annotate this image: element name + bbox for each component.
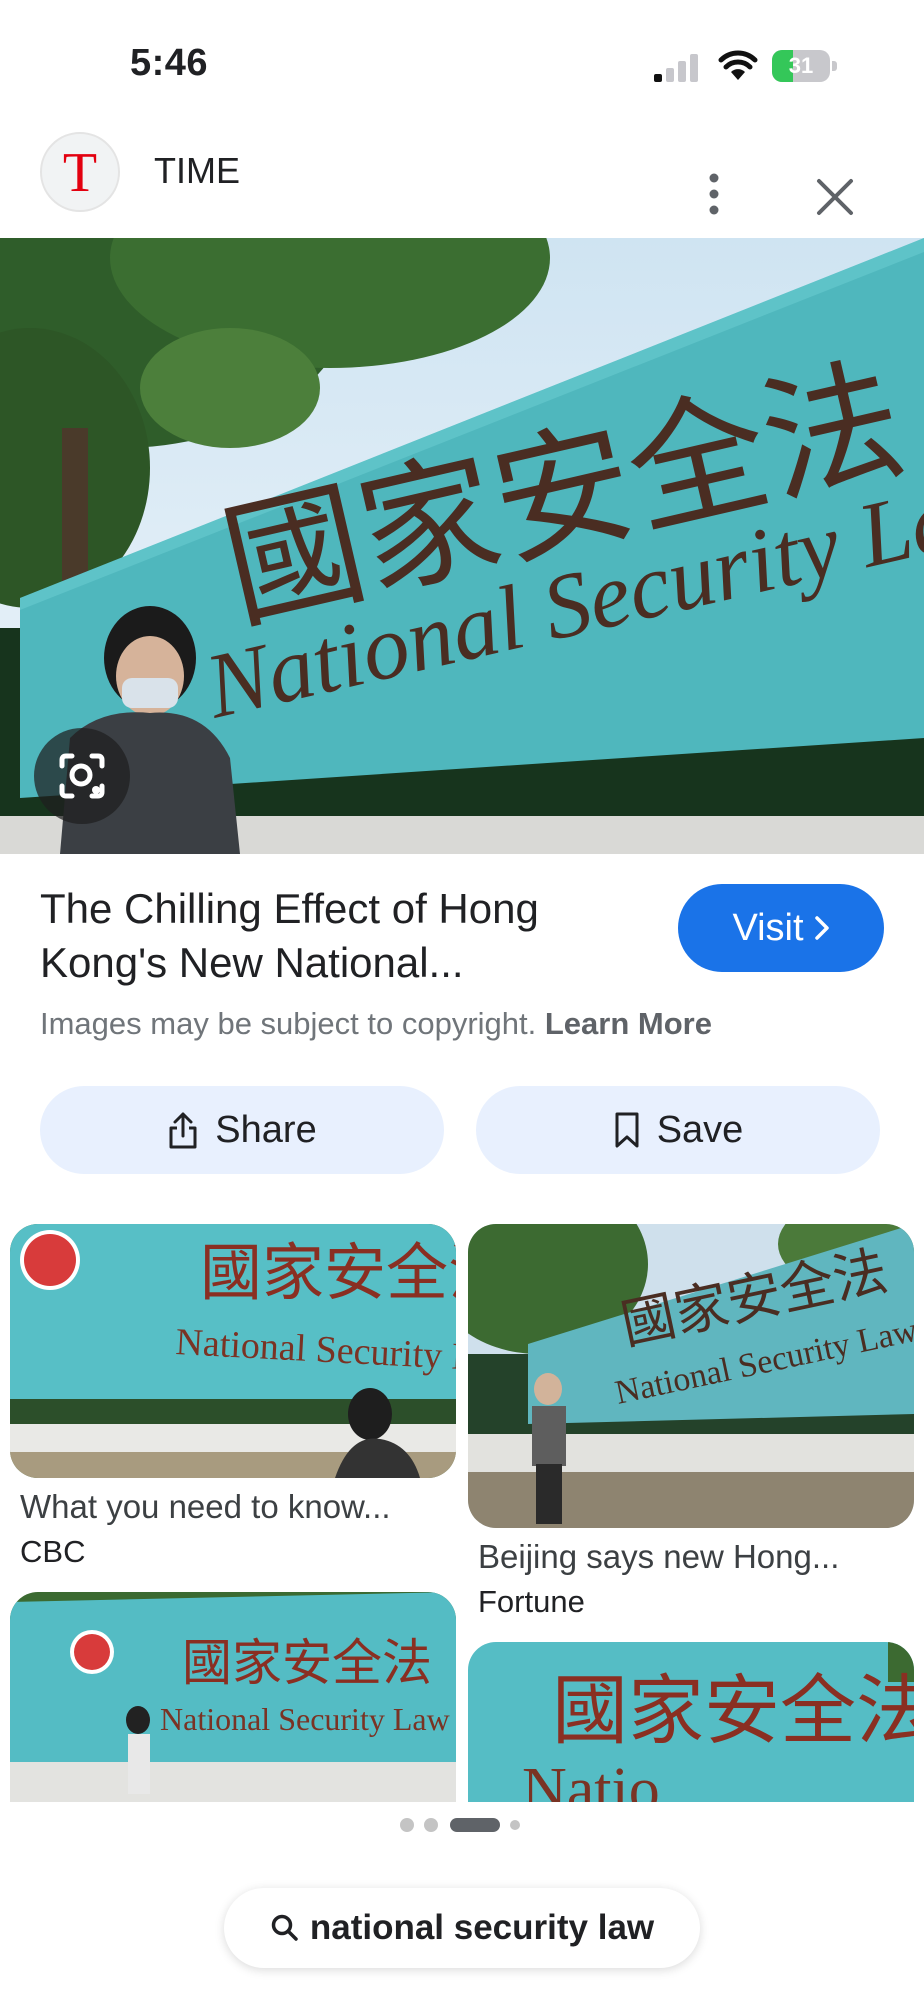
card-4-sign-english: Natio [522, 1756, 660, 1802]
card-1-sign-chinese: 國家安全法 [200, 1236, 456, 1309]
share-button[interactable]: Share [40, 1086, 444, 1174]
card-2-source: Fortune [478, 1584, 585, 1619]
pager-dot-2[interactable] [424, 1818, 438, 1832]
learn-more-link[interactable]: Learn More [545, 1006, 712, 1041]
bookmark-icon [615, 1112, 639, 1148]
battery-icon: 31 [772, 50, 838, 82]
result-title-line-2: Kong's New National... [40, 939, 464, 986]
lens-search-button[interactable] [34, 728, 130, 824]
copyright-notice: Images may be subject to copyright. Lear… [40, 1006, 712, 1042]
search-query-text: national security law [309, 1908, 655, 1947]
battery-level: 31 [788, 53, 814, 78]
visit-label: Visit [732, 906, 804, 949]
pager-dot-1[interactable] [400, 1818, 414, 1832]
related-image-1[interactable]: 國家安全法 National Security Law [10, 1224, 456, 1478]
pager-dot-4[interactable] [510, 1820, 520, 1830]
source-name[interactable]: TIME [154, 150, 240, 192]
chevron-right-icon [814, 916, 829, 940]
result-title-line-1: The Chilling Effect of Hong [40, 885, 539, 932]
visit-button[interactable]: Visit [678, 884, 884, 972]
save-label: Save [656, 1108, 744, 1151]
share-label: Share [215, 1108, 317, 1151]
more-options-icon[interactable] [700, 170, 728, 218]
cellular-signal-icon [654, 50, 700, 82]
hero-image[interactable]: 國家安全法 National Security Law [0, 238, 924, 854]
wifi-icon [718, 50, 758, 80]
card-3-sign-chinese: 國家安全法 [182, 1634, 432, 1692]
card-3-sign-english: National Security Law [160, 1701, 450, 1737]
card-2-title[interactable]: Beijing says new Hong... [478, 1538, 839, 1576]
status-time: 5:46 [130, 42, 209, 84]
share-icon [169, 1112, 197, 1149]
card-1-source: CBC [20, 1534, 86, 1569]
search-query-chip[interactable]: national security law [224, 1888, 700, 1968]
card-1-title[interactable]: What you need to know... [20, 1488, 391, 1526]
pager-dot-active[interactable] [450, 1818, 500, 1832]
lens-icon [59, 753, 105, 799]
result-title[interactable]: The Chilling Effect of Hong Kong's New N… [40, 882, 640, 990]
close-icon[interactable] [810, 172, 860, 222]
save-button[interactable]: Save [476, 1086, 880, 1174]
related-image-4[interactable]: 國家安全法 Natio [468, 1642, 914, 1802]
copyright-text: Images may be subject to copyright. [40, 1006, 537, 1041]
card-4-sign-chinese: 國家安全法 [552, 1666, 914, 1755]
related-image-3[interactable]: 國家安全法 National Security Law [10, 1592, 456, 1802]
source-logo: T [40, 132, 120, 212]
related-image-2[interactable]: 國家安全法 National Security Law [468, 1224, 914, 1528]
search-icon [271, 1914, 298, 1941]
